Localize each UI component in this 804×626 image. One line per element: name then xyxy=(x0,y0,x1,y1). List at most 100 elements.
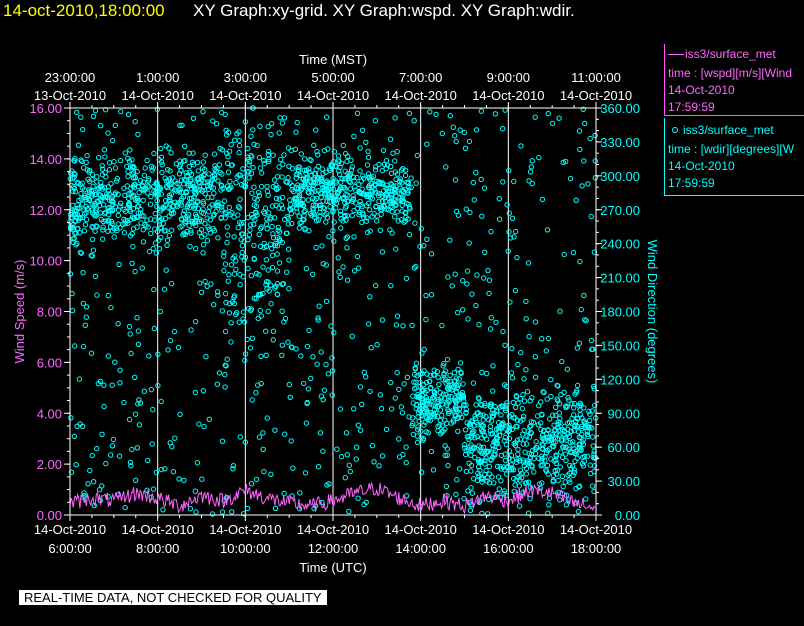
wdir-point xyxy=(281,490,287,497)
wdir-point xyxy=(387,136,394,142)
wdir-point xyxy=(276,130,282,136)
wdir-point xyxy=(486,290,492,297)
wdir-point xyxy=(351,406,357,412)
wdir-point xyxy=(274,251,280,257)
wdir-point xyxy=(260,446,266,452)
wdir-point xyxy=(233,266,239,273)
wdir-point xyxy=(105,292,112,299)
wdir-point xyxy=(190,115,197,122)
wdir-point xyxy=(357,384,364,390)
wdir-point xyxy=(272,505,279,511)
wdir-point xyxy=(164,237,171,243)
wdir-point xyxy=(473,402,479,408)
wdir-point xyxy=(176,476,182,482)
wdir-point xyxy=(101,382,107,388)
wdir-point xyxy=(100,224,106,230)
wdir-point xyxy=(581,158,587,164)
wdir-point xyxy=(559,473,566,479)
wdir-point xyxy=(192,488,199,494)
wdir-point xyxy=(372,167,379,173)
wdir-point xyxy=(538,399,544,405)
wdir-point xyxy=(257,307,263,314)
wdir-point xyxy=(90,479,97,485)
wdir-point xyxy=(152,240,159,246)
wdir-point xyxy=(68,415,74,421)
wdir-point xyxy=(102,154,108,160)
wdir-point xyxy=(592,158,598,164)
wdir-point xyxy=(396,386,402,393)
wdir-point xyxy=(404,374,411,380)
xy-chart[interactable]: 14-Oct-2010 6:00:00 14-Oct-2010 8:00:00 14-O… xyxy=(0,0,804,626)
wdir-point xyxy=(471,197,477,203)
wdir-point xyxy=(411,118,417,124)
wdir-point xyxy=(373,218,380,224)
wdir-point xyxy=(274,174,281,180)
wdir-point xyxy=(377,392,383,398)
wdir-point xyxy=(117,380,123,386)
wdir-point xyxy=(158,398,164,405)
wdir-point xyxy=(539,336,545,342)
wdir-point xyxy=(108,181,114,187)
wdir-point xyxy=(344,452,350,458)
wdir-point xyxy=(290,465,296,471)
wdir-point xyxy=(450,124,456,130)
wdir-point xyxy=(152,210,159,217)
wdir-point xyxy=(324,114,330,120)
wdir-point xyxy=(351,234,357,240)
wdir-point xyxy=(556,115,562,121)
wdir-point xyxy=(288,147,294,154)
wdir-point xyxy=(558,391,564,398)
wdir-point xyxy=(268,131,274,138)
wdir-point xyxy=(117,367,123,373)
wdir-point xyxy=(469,291,475,297)
right-tick-label: 300.00 xyxy=(600,169,640,184)
wdir-point xyxy=(536,154,542,161)
x-tick-label-date: 14-Oct-2010 xyxy=(385,522,457,537)
wdir-point xyxy=(198,289,205,295)
wdir-point xyxy=(353,444,360,450)
wdir-point xyxy=(506,229,512,235)
wdir-point xyxy=(203,354,209,360)
wdir-point xyxy=(587,135,593,142)
wdir-point xyxy=(342,475,348,481)
wdir-point xyxy=(97,123,104,129)
right-tick-label: 360.00 xyxy=(600,101,640,116)
left-axis-title: Wind Speed (m/s) xyxy=(12,259,27,363)
wdir-point xyxy=(202,152,208,158)
wdir-point xyxy=(323,298,330,305)
wdir-point xyxy=(435,374,441,380)
wdir-point xyxy=(186,163,193,170)
right-tick-label: 30.00 xyxy=(607,474,640,489)
wdir-point xyxy=(272,427,278,433)
wdir-point xyxy=(338,453,345,460)
wdir-point xyxy=(585,181,591,187)
wdir-point xyxy=(349,212,355,219)
wdir-point xyxy=(481,275,487,281)
wdir-point xyxy=(518,143,524,149)
wdir-point xyxy=(117,157,124,164)
wdir-point xyxy=(455,309,461,316)
wdir-point xyxy=(219,207,225,213)
wdir-point xyxy=(249,397,255,403)
wdir-point xyxy=(140,239,147,245)
wdir-point xyxy=(211,302,217,308)
wdir-point xyxy=(127,147,133,153)
wdir-point xyxy=(552,404,559,410)
wdir-point xyxy=(125,111,132,118)
wdir-point xyxy=(132,118,138,125)
wdir-point xyxy=(105,228,111,235)
wdir-point xyxy=(151,226,158,232)
wdir-point xyxy=(236,137,242,144)
wdir-point xyxy=(478,176,484,183)
left-tick-label: 16.00 xyxy=(29,101,62,116)
wdir-point xyxy=(500,429,506,435)
wdir-point xyxy=(161,286,168,292)
wdir-point xyxy=(333,205,339,211)
wdir-point xyxy=(408,175,414,181)
x-tick-label-date: 14-Oct-2010 xyxy=(122,522,194,537)
wdir-point xyxy=(424,236,430,243)
wdir-point xyxy=(125,168,131,175)
wdir-point xyxy=(128,350,134,357)
wdir-point xyxy=(187,243,193,250)
top-tick-label-time: 5:00:00 xyxy=(311,70,354,85)
